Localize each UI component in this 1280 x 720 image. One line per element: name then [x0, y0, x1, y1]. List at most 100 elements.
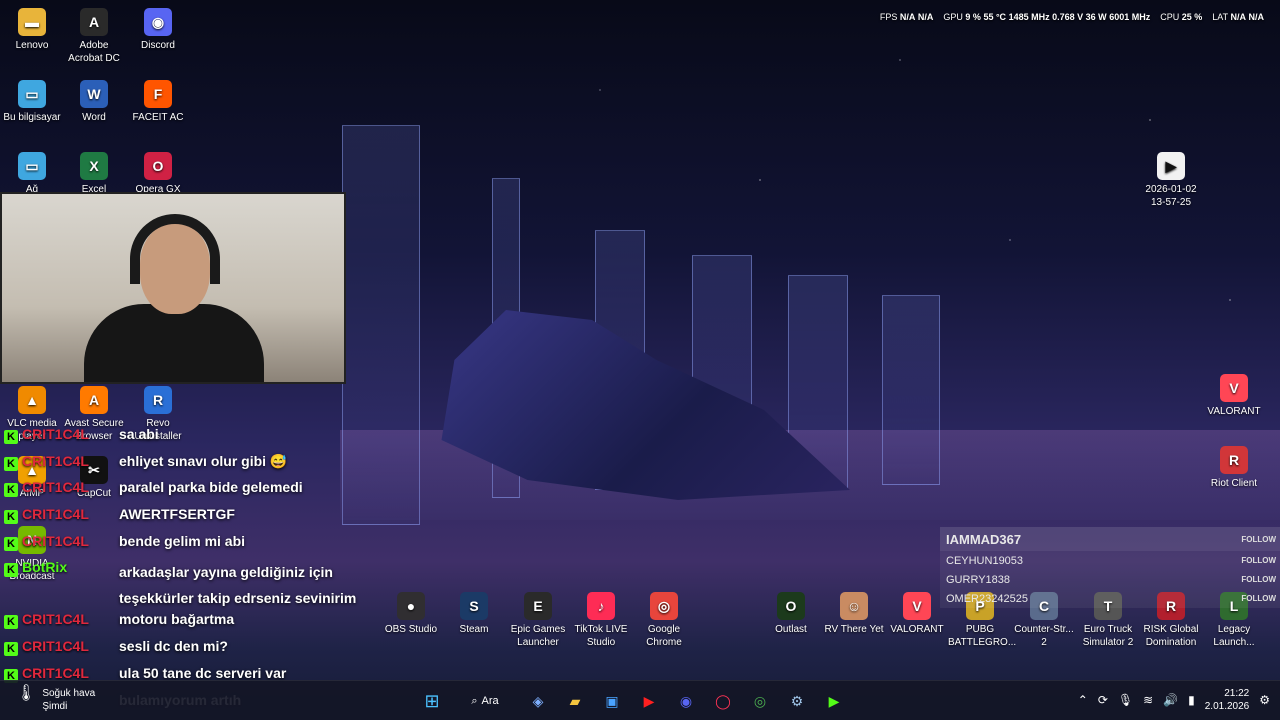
microphone-icon[interactable]: 🎙: [1118, 693, 1133, 707]
desktop-icon[interactable]: ▶ 2026-01-02 13-57-25: [1139, 152, 1203, 209]
kick-badge-icon: K: [4, 615, 18, 630]
copilot-icon[interactable]: ◈: [524, 687, 552, 715]
desktop-icon[interactable]: X Excel: [62, 152, 126, 196]
chat-text: ula 50 tane dc serveri var: [119, 664, 287, 681]
search-icon: ⌕: [471, 694, 478, 707]
follow-row: IAMMAD367 FOLLOW: [940, 527, 1280, 551]
app-icon: O: [777, 592, 805, 620]
app-icon: E: [524, 592, 552, 620]
follow-button[interactable]: FOLLOW: [1241, 594, 1276, 603]
follower-name: IAMMAD367: [946, 531, 1022, 547]
follow-button[interactable]: FOLLOW: [1241, 575, 1276, 584]
kick-badge-icon: K: [4, 563, 18, 578]
kick-icon[interactable]: ▶: [820, 687, 848, 715]
chat-text: sa abi: [119, 426, 159, 442]
app-icon: S: [460, 592, 488, 620]
search-button[interactable]: ⌕ Ara: [455, 687, 515, 715]
store-icon[interactable]: ▣: [598, 687, 626, 715]
desktop-icon[interactable]: R Riot Client: [1202, 446, 1266, 490]
app-icon: W: [80, 80, 108, 108]
follow-button[interactable]: FOLLOW: [1241, 556, 1276, 565]
app-icon: A: [80, 386, 108, 414]
discord-icon[interactable]: ◉: [672, 687, 700, 715]
weather-widget[interactable]: 🌡 Soğuk hava Şimdi: [16, 686, 96, 713]
app-icon: ▭: [18, 80, 46, 108]
chat-username: CRIT1C4L: [22, 452, 89, 469]
desktop-icon[interactable]: ▭ Bu bilgisayar: [0, 80, 64, 124]
clock-time: 21:22: [1224, 688, 1250, 699]
desktop-icon[interactable]: S Steam: [442, 592, 506, 636]
app-icon: R: [144, 386, 172, 414]
steam-icon[interactable]: ⚙: [783, 687, 811, 715]
desktop-icon-label: Riot Client: [1210, 478, 1258, 489]
chevron-up-icon[interactable]: ⌃: [1078, 693, 1088, 707]
desktop-icon-label: Word: [82, 112, 106, 123]
file-explorer-icon[interactable]: ▰: [561, 687, 589, 715]
desktop-icon-label: VALORANT: [1207, 406, 1261, 417]
clock-date: 2.01.2026: [1204, 701, 1250, 712]
desktop-icon[interactable]: ♪ TikTok LIVE Studio: [569, 592, 633, 649]
chat-text: paralel parka bide gelemedi: [119, 479, 303, 496]
kick-badge-icon: K: [4, 510, 18, 525]
desktop-icon[interactable]: ▬ Lenovo: [0, 8, 64, 52]
chat-message: K BotRix arkadaşlar yayına geldiğiniz için…: [0, 559, 380, 611]
desktop-icon[interactable]: ▭ Ağ: [0, 152, 64, 196]
desktop-icon-label: Outlast: [775, 624, 807, 635]
chat-username: CRIT1C4L: [22, 638, 89, 655]
sync-icon[interactable]: ⟳: [1098, 693, 1108, 707]
app-icon: X: [80, 152, 108, 180]
desktop-icon-label: Counter-Str... 2: [1014, 624, 1074, 648]
chat-username: CRIT1C4L: [22, 479, 89, 496]
follower-name: GURRY1838: [946, 573, 1010, 586]
weather-title: Soğuk hava: [42, 688, 96, 699]
wifi-icon[interactable]: ≋: [1143, 693, 1153, 707]
desktop-icon[interactable]: V VALORANT: [1202, 374, 1266, 418]
desktop-icon[interactable]: A Adobe Acrobat DC: [62, 8, 126, 65]
notification-icon[interactable]: ⚙: [1259, 693, 1270, 707]
search-label: Ara: [481, 695, 499, 707]
start-button[interactable]: ⊞: [418, 687, 446, 715]
stream-chat-overlay: K CRIT1C4L sa abi K CRIT1C4L ehliyet sınavı o…: [0, 426, 380, 718]
volume-icon[interactable]: 🔊: [1163, 693, 1178, 707]
app-icon: ▬: [18, 8, 46, 36]
chat-message: K CRIT1C4L paralel parka bide gelemedi: [0, 479, 380, 506]
desktop-icon-label: Epic Games Launcher: [510, 624, 566, 648]
app-icon: ☺: [840, 592, 868, 620]
desktop-icon[interactable]: ◉ Discord: [126, 8, 190, 52]
desktop-icon[interactable]: E Epic Games Launcher: [506, 592, 570, 649]
chat-message: K CRIT1C4L motoru bağartma: [0, 611, 380, 638]
chrome-icon[interactable]: ◎: [746, 687, 774, 715]
desktop-icon-label: Euro Truck Simulator 2: [1082, 624, 1134, 648]
chat-text: motoru bağartma: [119, 611, 235, 628]
desktop-icon[interactable]: ☺ RV There Yet: [822, 592, 886, 636]
chat-text: sesli dc den mi?: [119, 638, 228, 655]
battery-icon[interactable]: ▮: [1188, 693, 1195, 707]
follow-button[interactable]: FOLLOW: [1241, 535, 1276, 544]
youtube-icon[interactable]: ▶: [635, 687, 663, 715]
desktop-icon[interactable]: ● OBS Studio: [379, 592, 443, 636]
follower-name: CEYHUN19053: [946, 554, 1024, 567]
kick-badge-icon: K: [4, 483, 18, 498]
chat-message: K CRIT1C4L sa abi: [0, 426, 380, 453]
desktop-icon[interactable]: O Opera GX: [126, 152, 190, 196]
desktop-icon[interactable]: F FACEIT AC: [126, 80, 190, 124]
desktop-icon[interactable]: O Outlast: [759, 592, 823, 636]
desktop-icon[interactable]: W Word: [62, 80, 126, 124]
chat-username: BotRix: [22, 559, 68, 576]
chat-username: CRIT1C4L: [22, 532, 89, 549]
app-icon: ▲: [18, 386, 46, 414]
app-icon: V: [1220, 374, 1248, 402]
desktop-icon-label: Discord: [141, 40, 175, 51]
desktop-icon-label: Legacy Launch...: [1213, 624, 1255, 648]
chat-message: K CRIT1C4L ehliyet sınavı olur gibi 😅: [0, 453, 380, 480]
app-icon: V: [903, 592, 931, 620]
desktop-icon-label: Lenovo: [15, 40, 49, 51]
clock[interactable]: 21:22 2.01.2026: [1205, 687, 1250, 713]
desktop-icon-label: FACEIT AC: [132, 112, 184, 123]
chat-text: arkadaşlar yayına geldiğiniz için teşekk…: [119, 564, 357, 607]
desktop-icon-label: PUBG BATTLEGRO...: [948, 624, 1017, 648]
opera-gx-icon[interactable]: ◯: [709, 687, 737, 715]
desktop-icon-label: VALORANT: [890, 624, 944, 635]
desktop-icon[interactable]: ◎ Google Chrome: [632, 592, 696, 649]
wallpaper-pillar: [882, 295, 940, 485]
